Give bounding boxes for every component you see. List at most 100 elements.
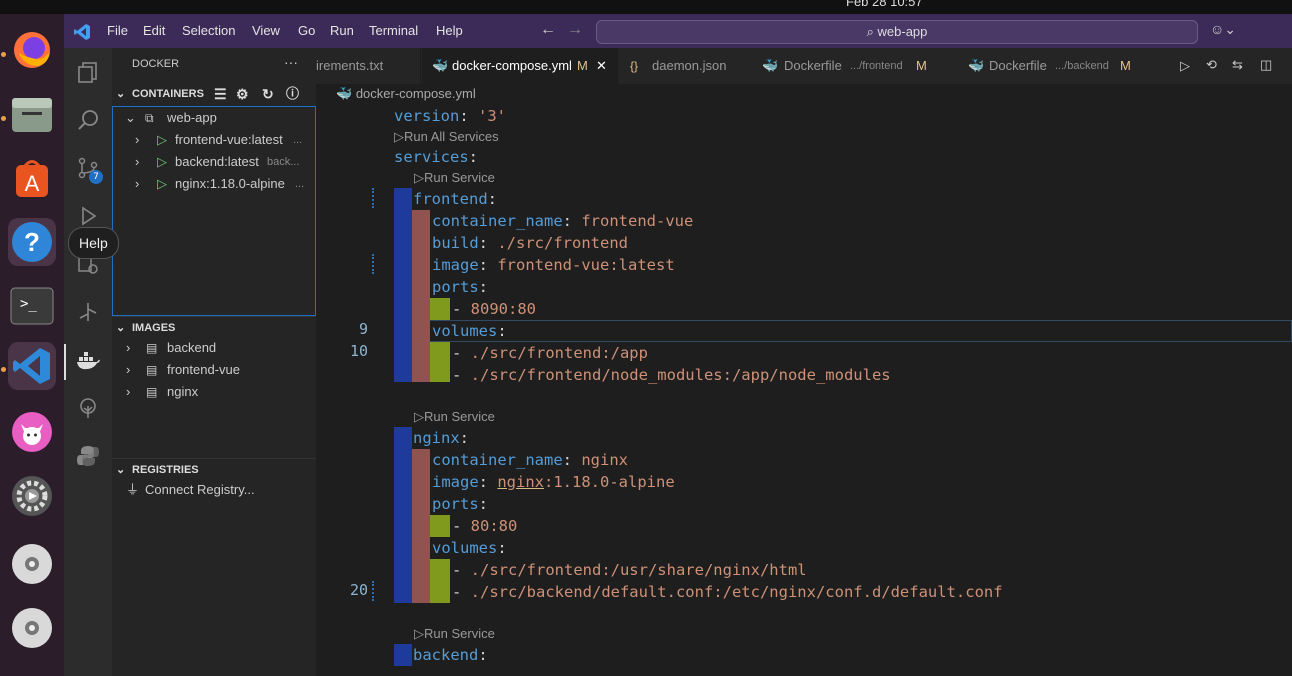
files-icon[interactable] [8,90,56,138]
settings-icon[interactable] [8,472,56,520]
menu-selection[interactable]: Selection [182,23,235,38]
docker-icon[interactable] [74,346,102,374]
explorer-icon[interactable] [74,58,102,86]
refresh-icon[interactable]: ↻ [262,83,274,105]
menu-go[interactable]: Go [298,23,315,38]
app-center-icon[interactable]: A [8,154,56,202]
chevron-down-icon: ⌄ [116,88,126,100]
code-line: - 8090:80 [452,300,536,318]
docker-icon: 🐳 [968,58,985,73]
svg-text:>_: >_ [20,296,37,312]
menu-run[interactable]: Run [330,23,354,38]
menu-edit[interactable]: Edit [143,23,165,38]
tab-label: daemon.json [652,58,727,73]
tab-docker-compose[interactable]: 🐳 docker-compose.yml M ✕ [422,48,618,84]
containers-section-header[interactable]: ⌄ CONTAINERS ☰ ⚙ ↻ ⓘ [112,83,316,105]
disc-icon[interactable] [8,604,56,652]
container-item[interactable]: › ▷ nginx:1.18.0-alpine ... [113,173,317,195]
menu-help[interactable]: Help [436,23,463,38]
system-top-bar: Feb 28 10:57 [0,0,1292,14]
chevron-down-icon: ⌄ [125,110,136,125]
container-item[interactable]: › ▷ backend:latest back... [113,151,317,173]
back-arrow-icon[interactable]: ← [540,21,556,39]
search-icon[interactable] [74,106,102,134]
containers-header-label: CONTAINERS [132,88,204,100]
tab-status: M [577,58,588,73]
menu-view[interactable]: View [252,23,280,38]
tab-dockerfile-frontend[interactable]: 🐳 Dockerfile .../frontend M [754,48,954,84]
firefox-icon[interactable] [8,26,56,74]
copilot-icon[interactable]: ☺⌄ [1210,21,1236,38]
command-center-search[interactable]: ⌕ web-app [596,20,1198,44]
breadcrumb[interactable]: 🐳 docker-compose.yml [336,86,476,102]
images-section-header[interactable]: ⌄ IMAGES [112,316,316,339]
docker-file-icon: 🐳 [336,86,353,101]
code-editor[interactable]: 🐳 docker-compose.yml 9 10 20 version: '3… [316,84,1292,676]
tree-icon[interactable] [74,394,102,422]
yaml-value: nginx [497,473,545,491]
image-item[interactable]: › ▤ backend [112,337,316,359]
run-debug-icon[interactable] [74,202,102,230]
disc-icon[interactable] [8,540,56,588]
code-line: - ./src/frontend:/app [452,344,648,362]
run-service-lens[interactable]: ▷Run Service [414,407,495,427]
yaml-key: version [394,107,460,125]
menu-terminal[interactable]: Terminal [369,23,418,38]
chevron-right-icon: › [126,362,131,377]
active-indicator [64,344,66,380]
registries-section-header[interactable]: ⌄ REGISTRIES [112,458,316,481]
run-icon[interactable]: ▷ [1180,58,1190,74]
forward-arrow-icon[interactable]: → [567,21,583,39]
gear-icon[interactable]: ⚙ [236,83,249,105]
code-line: volumes: [432,539,507,557]
yaml-key: image [432,473,479,491]
indent-guide [430,342,450,382]
clock[interactable]: Feb 28 10:57 [846,0,923,9]
python-icon[interactable] [74,442,102,470]
plug-icon: ⏚ [126,482,140,497]
code-line: - ./src/backend/default.conf:/etc/nginx/… [452,583,1003,601]
containers-tree: ⌄ ⧉ web-app › ▷ frontend-vue:latest ... … [112,106,316,316]
breadcrumb-file: docker-compose.yml [355,86,476,101]
running-indicator [1,116,6,121]
terminal-icon[interactable]: >_ [8,282,56,330]
help-circle-icon[interactable]: ⓘ [286,83,299,105]
compare-icon[interactable]: ⇆ [1232,57,1243,73]
image-item[interactable]: › ▤ frontend-vue [112,359,316,381]
group-by-icon[interactable]: ☰ [214,83,227,105]
timeline-icon[interactable]: ⟲ [1206,57,1217,73]
chevron-right-icon: › [135,132,140,147]
docker-sidebar: DOCKER ··· ⌄ CONTAINERS ☰ ⚙ ↻ ⓘ ⌄ ⧉ web-… [112,48,316,676]
code-line: container_name: nginx [432,451,628,469]
tab-daemon-json[interactable]: {} daemon.json [620,48,752,84]
menu-file[interactable]: File [107,23,128,38]
tree-item-web-app[interactable]: ⌄ ⧉ web-app [113,107,317,129]
cat-app-icon[interactable] [8,408,56,456]
container-item[interactable]: › ▷ frontend-vue:latest ... [113,129,317,151]
chevron-down-icon: ⌄ [116,322,126,334]
run-service-lens[interactable]: ▷Run Service [414,624,495,644]
line-number: 20 [349,581,368,599]
git-graph-icon[interactable] [74,298,102,326]
registries-header-label: REGISTRIES [132,464,199,476]
code-line: image: frontend-vue:latest [432,256,675,274]
close-icon[interactable]: ✕ [596,48,607,84]
code-line: build: ./src/frontend [432,234,628,252]
tab-requirements[interactable]: irements.txt [316,48,421,84]
more-actions-icon[interactable]: ··· [284,54,298,70]
container-name: backend:latest [175,154,259,169]
container-detail: ... [295,178,305,190]
indent-guide [430,298,450,320]
gutter-marker [372,254,376,274]
split-editor-icon[interactable]: ◫ [1260,57,1272,73]
connect-registry-item[interactable]: ⏚ Connect Registry... [112,479,316,501]
tab-label: Dockerfile [989,58,1047,73]
tab-dockerfile-backend[interactable]: 🐳 Dockerfile .../backend M [956,48,1166,84]
run-service-lens[interactable]: ▷Run Service [414,168,495,188]
image-item[interactable]: › ▤ nginx [112,381,316,403]
json-icon: {} [630,59,639,73]
run-all-services-lens[interactable]: ▷Run All Services [394,127,499,147]
chevron-down-icon: ⌄ [116,464,126,476]
vscode-icon[interactable] [8,342,56,390]
help-icon[interactable]: ? [8,218,56,266]
